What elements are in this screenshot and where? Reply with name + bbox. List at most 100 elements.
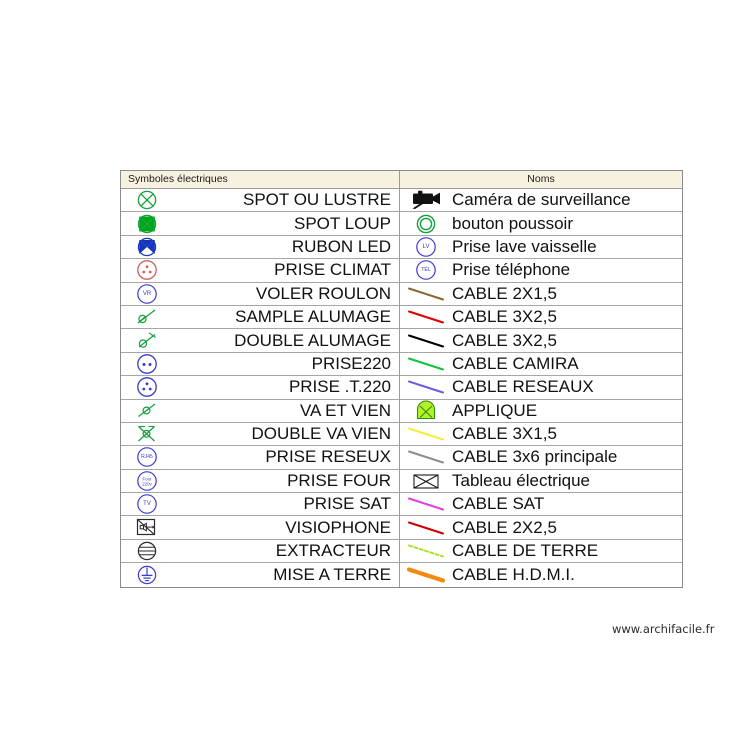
legend-label: CABLE 3X1,5 xyxy=(452,424,557,444)
legend-label: CABLE H.D.M.I. xyxy=(452,564,575,584)
cable-line-icon xyxy=(400,516,452,538)
camera-black-icon xyxy=(400,189,452,211)
earth-ground-circle-icon xyxy=(121,563,173,586)
table-header-row: Symboles électriques Noms xyxy=(121,171,682,189)
legend-row: Four 220v PRISE FOUR xyxy=(121,469,399,494)
legend-row: CABLE DE TERRE xyxy=(400,539,682,564)
legend-label: CABLE SAT xyxy=(452,494,545,514)
legend-label: PRISE RESEUX xyxy=(265,447,391,467)
circle-label-tv-blue-icon: TV xyxy=(121,493,173,515)
circle-x-green-outline-icon xyxy=(121,189,173,211)
circle-label-rj45-blue-icon: RJ45 xyxy=(121,446,173,468)
legend-label: Tableau électrique xyxy=(452,470,590,490)
circle-x-green-filled-icon xyxy=(121,212,173,234)
legend-label: SPOT OU LUSTRE xyxy=(243,190,391,210)
legend-row: APPLIQUE xyxy=(400,399,682,423)
legend-label: CABLE 3x6 principale xyxy=(452,447,618,467)
legend-label: CABLE CAMIRA xyxy=(452,353,579,373)
legend-row: TÉL Prise téléphone xyxy=(400,259,682,283)
legend-label: DOUBLE ALUMAGE xyxy=(234,330,391,350)
circle-label-four-blue-icon: Four 220v xyxy=(121,470,173,492)
legend-row: RJ45 PRISE RESEUX xyxy=(121,446,399,470)
header-symboles-electriques: Symboles électriques xyxy=(121,171,400,188)
legend-row: PRISE CLIMAT xyxy=(121,259,399,283)
cable-line-icon xyxy=(400,283,452,305)
legend-row: PRISE .T.220 xyxy=(121,376,399,400)
switch-double-two-way-green-icon xyxy=(121,423,173,445)
legend-row: SPOT OU LUSTRE xyxy=(121,189,399,213)
legend-label: PRISE220 xyxy=(311,353,391,373)
legend-row: CABLE SAT xyxy=(400,493,682,517)
cable-line-icon xyxy=(400,493,452,515)
legend-row: CABLE H.D.M.I. xyxy=(400,563,682,587)
svg-text:TÉL: TÉL xyxy=(421,266,431,273)
legend-label: CABLE 3X2,5 xyxy=(452,307,557,327)
cable-line-icon xyxy=(400,306,452,328)
legend-label: PRISE CLIMAT xyxy=(274,260,391,280)
svg-text:RJ45: RJ45 xyxy=(141,454,153,460)
panel-box-x-icon xyxy=(400,470,452,492)
legend-row: RUBON LED xyxy=(121,235,399,260)
symbols-column: SPOT OU LUSTRE SPOT LOUP RUBON LED PRISE CL… xyxy=(121,189,400,587)
legend-row: DOUBLE ALUMAGE xyxy=(121,329,399,353)
circle-label-lv-blue-icon: LV xyxy=(400,236,452,258)
legend-label: CABLE 2X2,5 xyxy=(452,517,557,537)
legend-label: bouton poussoir xyxy=(452,213,573,233)
legend-row: CABLE 2X2,5 xyxy=(400,516,682,540)
legend-row: Tableau électrique xyxy=(400,469,682,494)
visiophone-speaker-box-icon xyxy=(121,516,173,538)
legend-row: SAMPLE ALUMAGE xyxy=(121,305,399,330)
legend-label: VA ET VIEN xyxy=(299,400,391,420)
cable-line-icon xyxy=(400,423,452,445)
socket-two-pin-blue-icon xyxy=(121,353,173,375)
circle-label-tel-blue-icon: TÉL xyxy=(400,259,452,281)
legend-row: MISE A TERRE xyxy=(121,563,399,587)
cable-line-icon xyxy=(400,376,452,398)
legend-label: VISIOPHONE xyxy=(285,517,391,537)
legend-label: VOLER ROULON xyxy=(255,283,391,303)
legend-label: PRISE .T.220 xyxy=(288,377,391,397)
cable-line-dashed-icon xyxy=(400,540,452,562)
legend-row: VR VOLER ROULON xyxy=(121,282,399,306)
legend-label: CABLE 2X1,5 xyxy=(452,283,557,303)
legend-label: PRISE SAT xyxy=(303,494,391,514)
legend-row: DOUBLE VA VIEN xyxy=(121,422,399,447)
legend-label: Prise lave vaisselle xyxy=(452,236,597,256)
legend-row: CABLE 3x6 principale xyxy=(400,446,682,470)
socket-three-pin-blue-icon xyxy=(121,376,173,398)
legend-row: CABLE 3X2,5 xyxy=(400,305,682,330)
legend-label: CABLE DE TERRE xyxy=(452,541,599,561)
watermark-archifacile: www.archifacile.fr xyxy=(612,622,715,636)
legend-label: EXTRACTEUR xyxy=(275,541,391,561)
switch-single-green-icon xyxy=(121,306,173,328)
double-circle-green-icon xyxy=(400,212,452,234)
legend-row: CABLE RESEAUX xyxy=(400,376,682,400)
legend-row: CABLE 3X2,5 xyxy=(400,329,682,353)
cable-line-icon xyxy=(400,353,452,375)
legend-row: Caméra de surveillance xyxy=(400,189,682,213)
legend-label: CABLE RESEAUX xyxy=(452,377,594,397)
legend-label: CABLE 3X2,5 xyxy=(452,330,557,350)
cable-line-icon xyxy=(400,329,452,351)
legend-label: PRISE FOUR xyxy=(287,470,391,490)
legend-row: LV Prise lave vaisselle xyxy=(400,235,682,260)
legend-row: CABLE CAMIRA xyxy=(400,352,682,377)
switch-two-way-green-icon xyxy=(121,400,173,422)
electrical-symbols-legend-table: Symboles électriques Noms SPOT OU LUSTRE… xyxy=(120,170,683,588)
extractor-fan-circle-icon xyxy=(121,540,173,562)
legend-label: RUBON LED xyxy=(291,236,391,256)
legend-row: VA ET VIEN xyxy=(121,399,399,423)
legend-label: SPOT LOUP xyxy=(294,213,391,233)
svg-text:VR: VR xyxy=(143,291,152,297)
legend-label: SAMPLE ALUMAGE xyxy=(235,307,391,327)
legend-row: VISIOPHONE xyxy=(121,516,399,540)
legend-label: MISE A TERRE xyxy=(273,564,391,584)
socket-three-pin-red-icon xyxy=(121,259,173,281)
legend-row: PRISE220 xyxy=(121,352,399,377)
legend-label: APPLIQUE xyxy=(452,400,538,420)
applique-dome-green-icon xyxy=(400,400,452,422)
names-column: Caméra de surveillance bouton poussoir LV P… xyxy=(400,189,682,587)
legend-label: Prise téléphone xyxy=(452,260,571,280)
switch-double-green-icon xyxy=(121,329,173,351)
svg-text:220v: 220v xyxy=(142,481,152,486)
